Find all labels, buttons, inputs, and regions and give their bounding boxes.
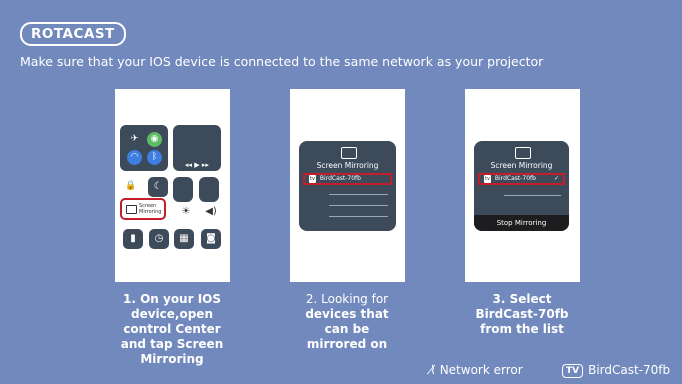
bluetooth-icon: ᛒ: [147, 150, 162, 165]
volume-slider: [199, 177, 219, 202]
mirroring-list-screenshot: Screen Mirroring tv BirdCast-70fb: [290, 89, 405, 282]
device-status: TV BirdCast-70fb: [562, 363, 670, 378]
wifi-icon: ◠: [127, 150, 142, 165]
media-tile: ◂◂ ▶ ▸▸: [173, 125, 221, 171]
device-selected-screenshot: Screen Mirroring tv BirdCast-70fb ✓ Stop …: [465, 89, 580, 282]
wifi-off-icon: ⌇̸: [430, 363, 436, 377]
screen-mirroring-icon: [126, 204, 137, 214]
screen-mirroring-icon: [340, 147, 357, 159]
network-status: ⌇̸ Network error: [430, 363, 523, 377]
checkmark-icon: ✓: [553, 175, 559, 182]
device-row-birdcast-selected[interactable]: tv BirdCast-70fb ✓: [478, 173, 565, 185]
moon-icon: ☾: [148, 177, 168, 197]
cellular-icon: ◉: [147, 132, 162, 147]
screen-mirroring-button[interactable]: Screen Mirroring: [120, 198, 166, 220]
mirroring-panel: Screen Mirroring tv BirdCast-70fb: [299, 141, 396, 231]
flashlight-icon: ▮: [123, 229, 143, 249]
mirroring-panel-selected: Screen Mirroring tv BirdCast-70fb ✓ Stop …: [474, 141, 569, 231]
step-1-caption: 1. On your IOS device,open control Cente…: [120, 292, 224, 366]
stop-mirroring-button[interactable]: Stop Mirroring: [474, 215, 569, 231]
calculator-icon: ▦: [174, 229, 194, 249]
airplane-icon: ✈: [127, 132, 142, 147]
screen-mirroring-icon: [514, 147, 531, 159]
connectivity-tile: ✈ ◉ ◠ ᛒ: [120, 125, 168, 171]
rotation-lock-icon: 🔒: [125, 180, 137, 192]
tv-icon: TV: [562, 364, 584, 378]
step-3-caption: 3. Select BirdCast-70fb from the list: [475, 292, 569, 336]
brightness-icon: ☀: [176, 202, 196, 222]
volume-icon: ◀): [201, 202, 221, 222]
device-row-birdcast[interactable]: tv BirdCast-70fb: [303, 173, 392, 185]
timer-icon: ◷: [149, 229, 169, 249]
brand-badge: ROTACAST: [20, 22, 126, 46]
brightness-slider: [173, 177, 193, 202]
network-notice: Make sure that your IOS device is connec…: [20, 54, 544, 69]
camera-icon: ◙: [201, 229, 221, 249]
step-2-caption: 2. Looking for devices that can be mirro…: [305, 292, 389, 351]
control-center-screenshot: ✈ ◉ ◠ ᛒ ◂◂ ▶ ▸▸ 🔒 ☾ ☀ ◀) ▮ ◷ ▦ ◙: [115, 89, 230, 282]
